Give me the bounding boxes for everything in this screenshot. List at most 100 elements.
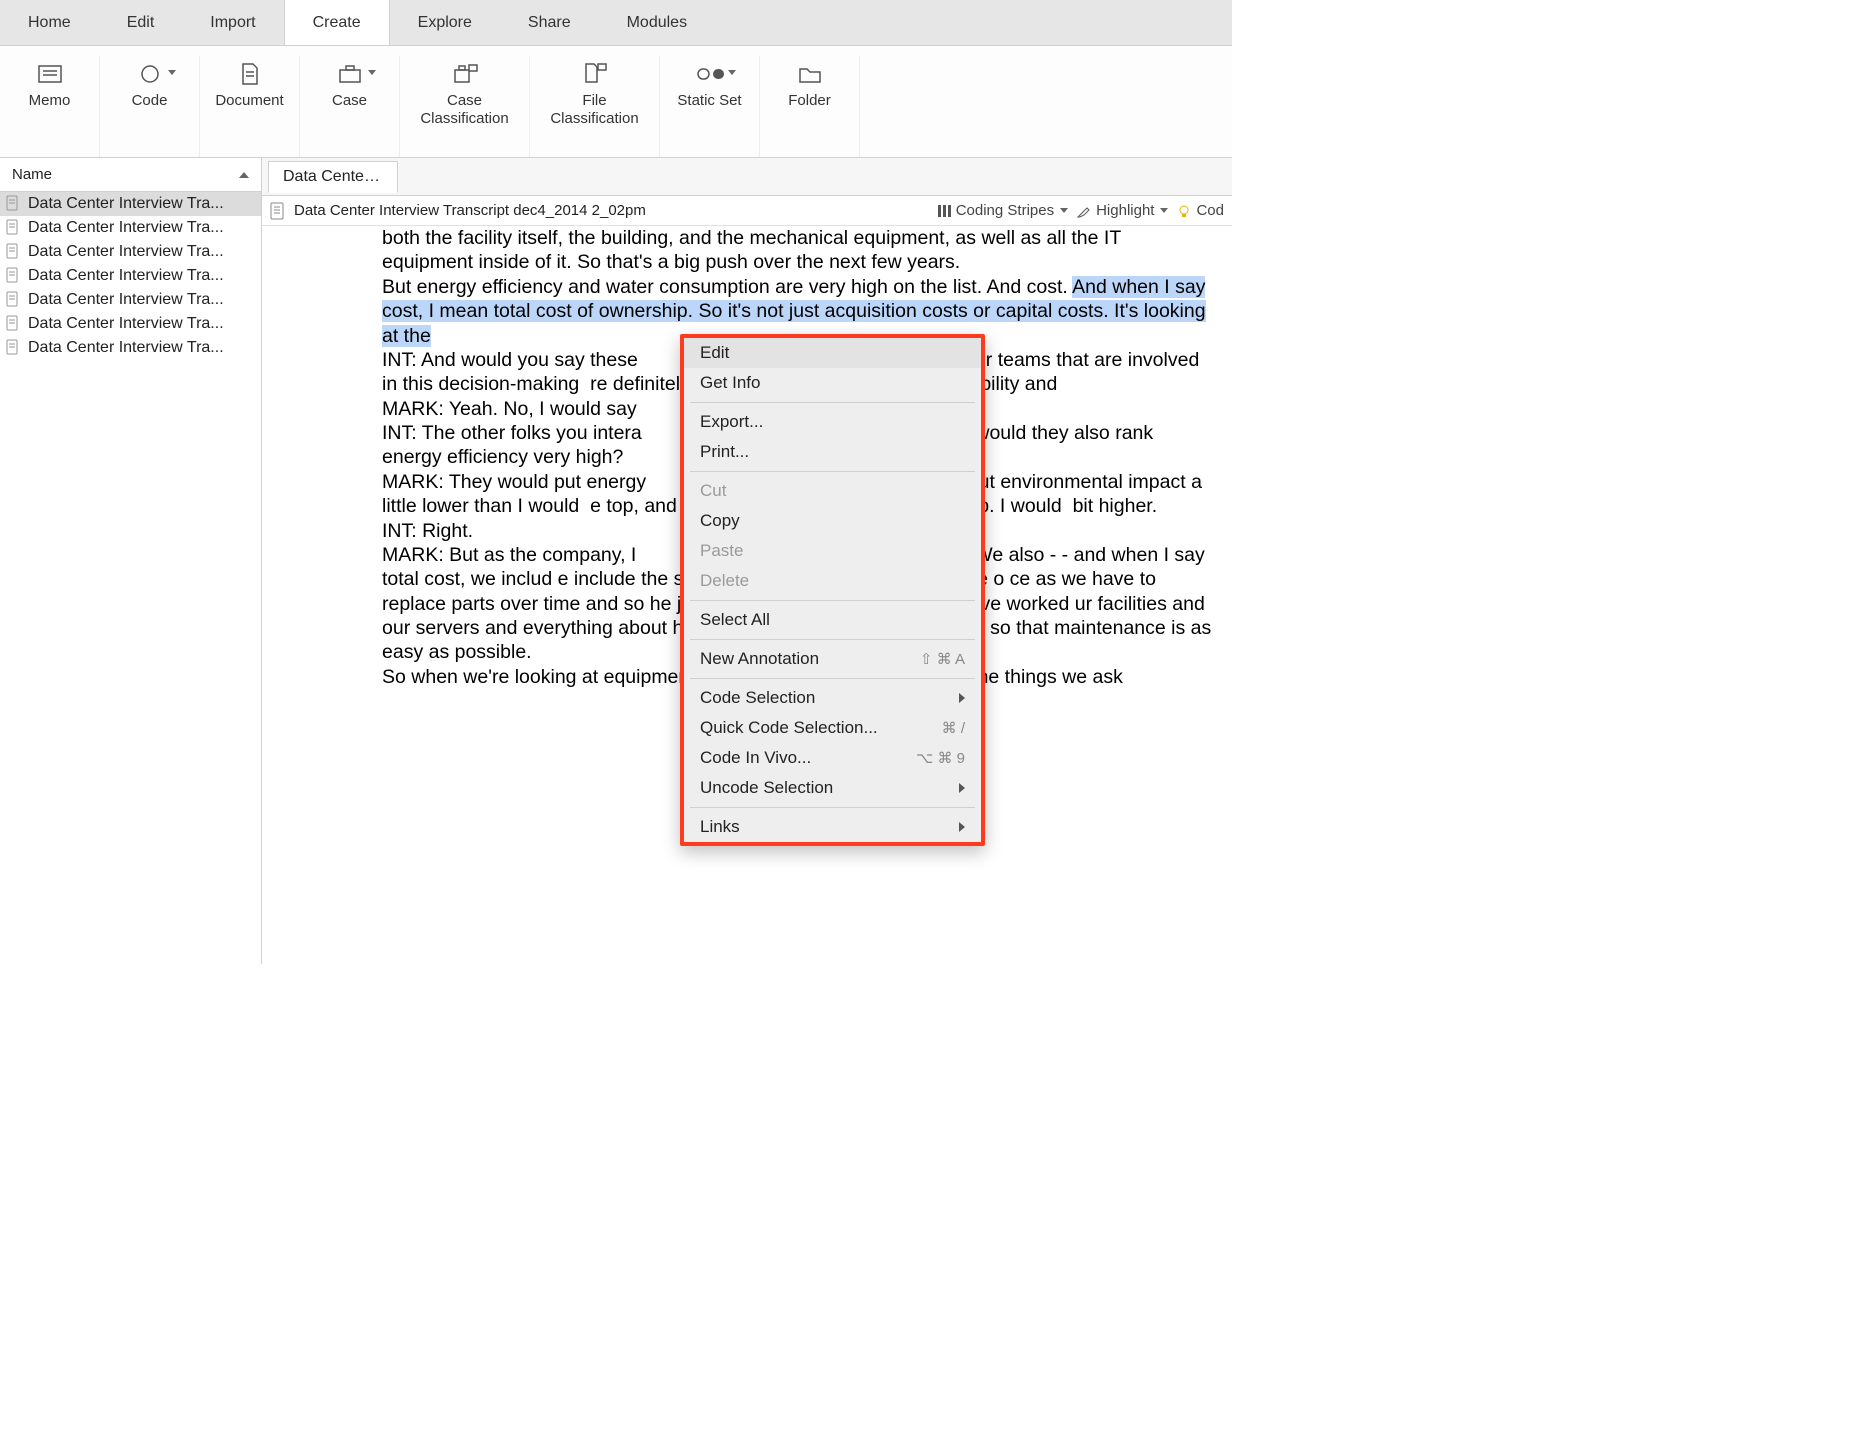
- sort-ascending-icon: [239, 172, 249, 178]
- tab-modules[interactable]: Modules: [599, 0, 715, 45]
- menu-shortcut: ⌥ ⌘ 9: [916, 749, 965, 767]
- highlighter-icon: [1076, 203, 1092, 219]
- file-name: Data Center Interview Tra...: [28, 219, 224, 237]
- menu-item-label: Links: [700, 817, 740, 837]
- document-title: Data Center Interview Transcript dec4_20…: [294, 202, 646, 219]
- menu-item-label: Edit: [700, 343, 729, 363]
- ribbon-case-class-button[interactable]: CaseClassification: [400, 56, 530, 157]
- bulb-icon: [1176, 203, 1192, 219]
- file-list-item[interactable]: Data Center Interview Tra...: [0, 216, 261, 240]
- ribbon-code-button[interactable]: Code: [100, 56, 200, 157]
- document-icon: [6, 243, 22, 261]
- file-list-item[interactable]: Data Center Interview Tra...: [0, 240, 261, 264]
- navigator-sidebar: Name Data Center Interview Tra...Data Ce…: [0, 158, 262, 964]
- document-icon: [236, 62, 264, 86]
- file-name: Data Center Interview Tra...: [28, 315, 224, 333]
- menu-item-label: New Annotation: [700, 649, 819, 669]
- menu-item-label: Select All: [700, 610, 770, 630]
- static-set-icon: [696, 62, 724, 86]
- case-class-icon: [451, 62, 479, 86]
- menu-item-print[interactable]: Print...: [684, 437, 981, 467]
- main-tab-bar: HomeEditImportCreateExploreShareModules: [0, 0, 1232, 46]
- menu-separator: [690, 639, 975, 640]
- menu-item-label: Code In Vivo...: [700, 748, 811, 768]
- tab-import[interactable]: Import: [182, 0, 283, 45]
- ribbon-label: Case: [332, 92, 367, 110]
- submenu-arrow-icon: [959, 783, 965, 793]
- highlight-button[interactable]: Highlight: [1076, 202, 1168, 219]
- coding-stripes-button[interactable]: Coding Stripes: [936, 202, 1068, 219]
- menu-item-paste: Paste: [684, 536, 981, 566]
- document-icon: [6, 195, 22, 213]
- menu-item-edit[interactable]: Edit: [684, 338, 981, 368]
- document-icon: [6, 219, 22, 237]
- stripes-icon: [936, 203, 952, 219]
- dropdown-caret-icon: [368, 70, 376, 75]
- menu-item-label: Code Selection: [700, 688, 815, 708]
- ribbon-label: Static Set: [677, 92, 741, 110]
- tab-share[interactable]: Share: [500, 0, 599, 45]
- document-tab-strip: Data Center I...: [262, 158, 1232, 196]
- tab-edit[interactable]: Edit: [99, 0, 183, 45]
- menu-item-copy[interactable]: Copy: [684, 506, 981, 536]
- dropdown-caret-icon: [728, 70, 736, 75]
- file-list: Data Center Interview Tra... Data Center …: [0, 192, 261, 360]
- submenu-arrow-icon: [959, 822, 965, 832]
- sidebar-header-label: Name: [12, 166, 52, 183]
- menu-item-code-in-vivo[interactable]: Code In Vivo... ⌥ ⌘ 9: [684, 743, 981, 773]
- doc-para: both the facility itself, the building, …: [382, 226, 1212, 275]
- ribbon-folder-button[interactable]: Folder: [760, 56, 860, 157]
- file-class-icon: [581, 62, 609, 86]
- menu-item-select-all[interactable]: Select All: [684, 605, 981, 635]
- document-icon: [6, 315, 22, 333]
- menu-separator: [690, 402, 975, 403]
- menu-item-label: Copy: [700, 511, 740, 531]
- ribbon-label: Folder: [788, 92, 831, 110]
- menu-item-label: Get Info: [700, 373, 760, 393]
- menu-shortcut: ⇧ ⌘ A: [920, 650, 965, 668]
- code-icon: [136, 62, 164, 86]
- ribbon-label: FileClassification: [550, 92, 638, 128]
- menu-item-uncode-selection[interactable]: Uncode Selection: [684, 773, 981, 803]
- menu-item-cut: Cut: [684, 476, 981, 506]
- menu-item-code-selection[interactable]: Code Selection: [684, 683, 981, 713]
- file-list-item[interactable]: Data Center Interview Tra...: [0, 264, 261, 288]
- ribbon-static-set-button[interactable]: Static Set: [660, 56, 760, 157]
- menu-separator: [690, 807, 975, 808]
- ribbon-file-class-button[interactable]: FileClassification: [530, 56, 660, 157]
- file-name: Data Center Interview Tra...: [28, 339, 224, 357]
- menu-item-export[interactable]: Export...: [684, 407, 981, 437]
- document-icon: [6, 267, 22, 285]
- menu-item-label: Print...: [700, 442, 749, 462]
- tab-create[interactable]: Create: [284, 0, 390, 45]
- menu-separator: [690, 471, 975, 472]
- menu-item-quick-code-selection[interactable]: Quick Code Selection...⌘ /: [684, 713, 981, 743]
- menu-item-label: Export...: [700, 412, 763, 432]
- ribbon-case-button[interactable]: Case: [300, 56, 400, 157]
- document-tab[interactable]: Data Center I...: [268, 161, 398, 193]
- menu-separator: [690, 678, 975, 679]
- menu-item-delete: Delete: [684, 566, 981, 596]
- ribbon: Memo Code Document Case CaseClassification Fi…: [0, 46, 1232, 158]
- file-name: Data Center Interview Tra...: [28, 243, 224, 261]
- file-list-item[interactable]: Data Center Interview Tra...: [0, 288, 261, 312]
- menu-item-label: Delete: [700, 571, 749, 591]
- file-list-item[interactable]: Data Center Interview Tra...: [0, 336, 261, 360]
- document-icon: [270, 202, 286, 220]
- sidebar-header[interactable]: Name: [0, 158, 261, 192]
- tab-explore[interactable]: Explore: [390, 0, 500, 45]
- menu-item-new-annotation[interactable]: New Annotation ⇧ ⌘ A: [684, 644, 981, 674]
- ribbon-label: Code: [132, 92, 168, 110]
- file-name: Data Center Interview Tra...: [28, 267, 224, 285]
- folder-icon: [796, 62, 824, 86]
- code-button-truncated[interactable]: Cod: [1176, 202, 1224, 219]
- menu-shortcut: ⌘ /: [942, 719, 965, 737]
- ribbon-memo-button[interactable]: Memo: [0, 56, 100, 157]
- ribbon-document-button[interactable]: Document: [200, 56, 300, 157]
- tab-home[interactable]: Home: [0, 0, 99, 45]
- ribbon-label: Memo: [29, 92, 71, 110]
- file-list-item[interactable]: Data Center Interview Tra...: [0, 192, 261, 216]
- menu-item-links[interactable]: Links: [684, 812, 981, 842]
- file-list-item[interactable]: Data Center Interview Tra...: [0, 312, 261, 336]
- menu-item-get-info[interactable]: Get Info: [684, 368, 981, 398]
